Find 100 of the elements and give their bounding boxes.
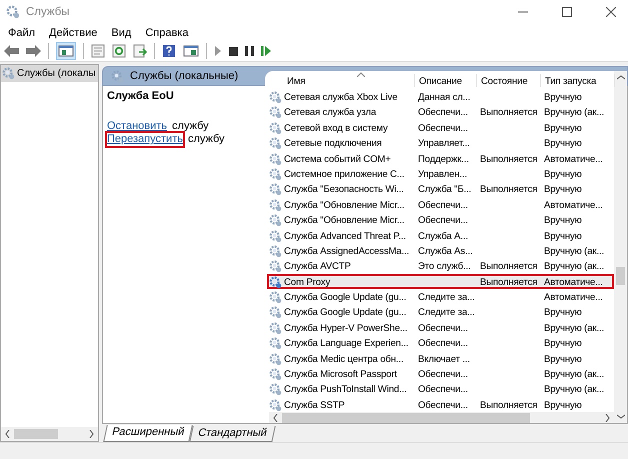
table-row[interactable]: Служба AssignedAccessMa... Служба As... Вручную (ак... [267, 242, 614, 258]
view-tab[interactable]: Стандартный [189, 426, 276, 442]
service-name-cell: Com Proxy [284, 276, 330, 288]
column-header[interactable]: Имя [269, 74, 415, 86]
gear-icon [269, 137, 282, 150]
action-pane-icon[interactable] [183, 44, 199, 58]
gear-icon [269, 122, 282, 135]
properties-icon[interactable] [91, 44, 105, 58]
close-icon[interactable] [606, 7, 616, 17]
gear-icon [269, 183, 282, 196]
table-row[interactable]: Сетевые подключения Управляет... Вручную [267, 135, 614, 151]
startup-type-cell: Вручную [544, 354, 582, 365]
console-tree-icon[interactable] [56, 42, 76, 60]
scroll-left-icon[interactable] [273, 414, 278, 422]
refresh-icon[interactable] [112, 44, 126, 58]
startup-type-cell: Автоматиче... [544, 292, 603, 304]
service-name-cell: Служба PushToInstall Wind... [284, 384, 407, 396]
state-cell: Выполняется [480, 154, 538, 165]
service-name-cell: Сетевые подключения [284, 138, 382, 150]
table-row[interactable]: Служба SSTP Обеспечи... Выполняется Вручную [267, 396, 614, 412]
vertical-scrollbar[interactable] [614, 71, 627, 423]
table-row[interactable]: Сетевая служба Xbox Live Данная сл... Вручную [267, 89, 614, 104]
column-header[interactable]: Состояние [477, 74, 541, 86]
maximize-icon[interactable] [562, 7, 572, 17]
startup-type-cell: Вручную [544, 307, 582, 318]
table-row[interactable]: Служба PushToInstall Wind... Обеспечи... Вручную (ак... [267, 381, 614, 397]
table-row[interactable]: Служба "Безопасность Wi... Служба "Б... Выполняется Вручную [267, 181, 614, 197]
table-row[interactable]: Служба Hyper-V PowerShe... Обеспечи... Вручную (ак... [267, 320, 614, 336]
scroll-left-icon[interactable] [5, 430, 10, 438]
table-row[interactable]: Системное приложение C... Управлен... Вручную [267, 166, 614, 182]
description-cell: Обеспечи... [418, 215, 468, 226]
table-row[interactable]: Служба Microsoft Passport Обеспечи... Вручную (ак... [267, 366, 614, 382]
table-row[interactable]: Служба "Обновление Micr... Обеспечи... Вручную [267, 212, 614, 228]
help-icon[interactable] [162, 44, 176, 58]
horizontal-scrollbar[interactable] [269, 412, 614, 423]
column-header[interactable]: Описание [415, 74, 477, 86]
service-name-cell: Служба AVCTP [284, 261, 351, 272]
view-tab[interactable]: Расширенный [103, 425, 193, 442]
scroll-right-icon[interactable] [89, 430, 94, 438]
description-cell: Служба A... [418, 230, 468, 242]
horizontal-scrollbar[interactable] [1, 427, 98, 441]
state-cell: Выполняется [480, 400, 538, 411]
description-cell: Обеспечи... [418, 322, 468, 334]
table-row[interactable]: Служба Advanced Threat P... Служба A... Вручную [267, 228, 614, 243]
gear-icon [2, 67, 15, 80]
play-icon[interactable] [214, 46, 222, 56]
startup-type-cell: Автоматиче... [544, 276, 603, 288]
service-name-cell: Служба AssignedAccessMa... [284, 246, 410, 257]
menu-item[interactable]: Действие [49, 26, 98, 38]
table-row[interactable]: Служба AVCTP Это служб... Выполняется Вручную (ак... [267, 258, 614, 274]
table-row[interactable]: Служба Medic центра обн... Включает ... Вручную [267, 350, 614, 366]
export-list-icon[interactable] [133, 44, 147, 58]
description-cell: Это служб... [418, 261, 471, 272]
stop-icon[interactable] [229, 46, 238, 56]
gear-icon [269, 398, 282, 412]
description-cell: Включает ... [418, 354, 470, 365]
back-arrow-icon[interactable] [4, 45, 19, 57]
gear-icon [269, 230, 282, 243]
table-row[interactable]: Сетевая служба узла Обеспечи... Выполняется Вручную (ак... [267, 104, 614, 120]
scroll-right-icon[interactable] [605, 414, 610, 422]
service-name-cell: Служба Google Update (gu... [284, 292, 406, 304]
scroll-down-icon[interactable] [616, 414, 624, 419]
restart-icon[interactable] [261, 46, 271, 56]
menu-item[interactable]: Справка [145, 26, 188, 38]
description-cell: Обеспечи... [418, 107, 468, 118]
service-name-cell: Служба Advanced Threat P... [284, 230, 406, 242]
table-row[interactable]: Служба Google Update (gu... Следите за... Вручную [267, 304, 614, 320]
table-row[interactable]: Служба "Обновление Micr... Обеспечи... Автоматиче... [267, 196, 614, 212]
description-cell: Обеспечи... [418, 369, 468, 380]
description-cell: Обеспечи... [418, 338, 468, 350]
action-text: службу [172, 120, 209, 133]
gear-icon [269, 214, 282, 228]
scroll-up-icon[interactable] [616, 75, 624, 80]
service-name-cell: Сетевая служба узла [284, 107, 376, 118]
service-name-cell: Служба Language Experien... [284, 338, 408, 350]
forward-arrow-icon[interactable] [26, 45, 41, 57]
table-row[interactable]: Com Proxy Выполняется Автоматиче... [267, 274, 614, 290]
startup-type-cell: Вручную (ак... [544, 261, 604, 272]
gear-icon [269, 244, 282, 258]
startup-type-cell: Вручную (ак... [544, 322, 604, 334]
startup-type-cell: Вручную [544, 215, 582, 226]
tree-item[interactable]: Службы (локалы [1, 65, 98, 82]
action-link[interactable]: Перезапустить [105, 131, 185, 148]
scroll-thumb[interactable] [616, 267, 625, 286]
gear-icon [269, 368, 282, 382]
menu-item[interactable]: Вид [111, 26, 132, 38]
table-row[interactable]: Служба Google Update (gu... Следите за... Автоматиче... [267, 289, 614, 304]
startup-type-cell: Вручную [544, 122, 582, 134]
table-row[interactable]: Сетевой вход в систему Обеспечи... Вручную [267, 120, 614, 136]
pause-icon[interactable] [245, 46, 254, 56]
service-name-cell: Служба "Обновление Micr... [284, 200, 404, 211]
service-name-cell: Служба "Безопасность Wi... [284, 184, 404, 196]
startup-type-cell: Вручную (ак... [544, 246, 604, 257]
table-row[interactable]: Система событий COM+ Поддержк... Выполняется Автоматиче... [267, 150, 614, 166]
menu-item[interactable]: Файл [8, 26, 36, 38]
service-name-cell: Служба Microsoft Passport [284, 369, 397, 380]
table-row[interactable]: Служба Language Experien... Обеспечи... Вручную [267, 335, 614, 351]
startup-type-cell: Вручную [544, 168, 582, 180]
service-name: Служба EoU [107, 90, 175, 102]
startup-type-cell: Вручную (ак... [544, 369, 604, 380]
